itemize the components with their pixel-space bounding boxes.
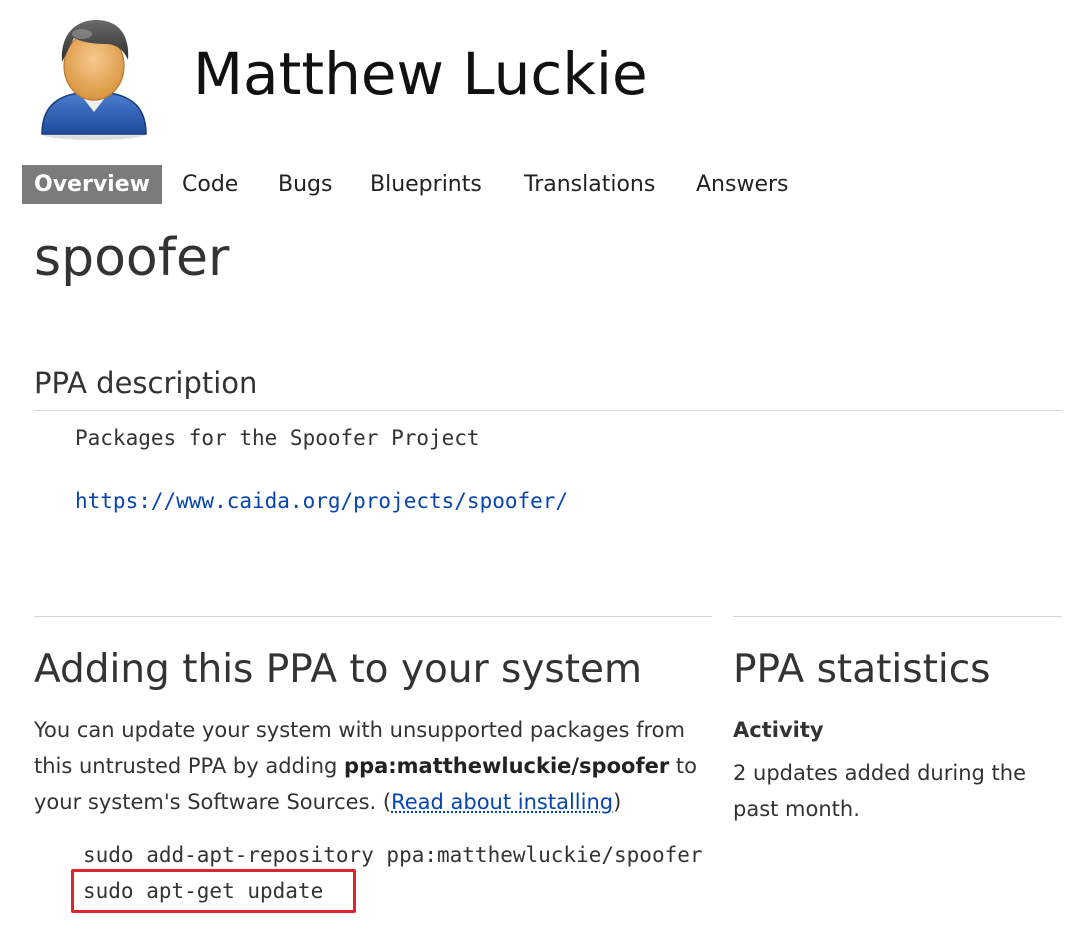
divider: [733, 616, 1062, 617]
tab-answers[interactable]: Answers: [696, 165, 789, 204]
adding-ppa-instructions: You can update your system with unsuppor…: [34, 712, 724, 820]
instructions-text: your system's Software Sources. (: [34, 790, 392, 814]
instructions-text: this untrusted PPA by adding: [34, 754, 345, 778]
read-about-installing-link[interactable]: Read about installing: [391, 790, 613, 814]
ppa-description-text: Packages for the Spoofer Project: [75, 426, 480, 450]
ppa-statistics-heading: PPA statistics: [733, 647, 991, 692]
default-person-avatar-icon: [34, 16, 154, 140]
ppa-description-heading: PPA description: [34, 366, 258, 400]
tab-code[interactable]: Code: [182, 165, 238, 204]
ppa-name: ppa:matthewluckie/spoofer: [344, 754, 670, 778]
instructions-text: to: [669, 754, 697, 778]
instructions-line: this untrusted PPA by adding ppa:matthew…: [34, 748, 724, 784]
person-name: Matthew Luckie: [193, 40, 648, 108]
divider: [34, 616, 712, 617]
activity-text: 2 updates added during the past month.: [733, 761, 1026, 821]
page: Matthew Luckie Overview Code Bugs Bluepr…: [0, 0, 1078, 932]
instructions-text: ): [613, 790, 622, 814]
spoofer-project-link[interactable]: https://www.caida.org/projects/spoofer/: [75, 489, 568, 513]
highlight-box: [71, 869, 356, 913]
divider: [34, 410, 1062, 411]
page-title: spoofer: [34, 228, 230, 288]
instructions-line: You can update your system with unsuppor…: [34, 718, 685, 742]
tab-translations[interactable]: Translations: [524, 165, 655, 204]
add-repository-command[interactable]: sudo add-apt-repository ppa:matthewlucki…: [83, 840, 703, 870]
tab-blueprints[interactable]: Blueprints: [370, 165, 482, 204]
adding-ppa-heading: Adding this PPA to your system: [34, 647, 643, 692]
instructions-line: your system's Software Sources. (Read ab…: [34, 784, 724, 820]
activity-label: Activity: [733, 718, 824, 742]
tab-bugs[interactable]: Bugs: [278, 165, 332, 204]
tab-overview[interactable]: Overview: [22, 165, 162, 204]
